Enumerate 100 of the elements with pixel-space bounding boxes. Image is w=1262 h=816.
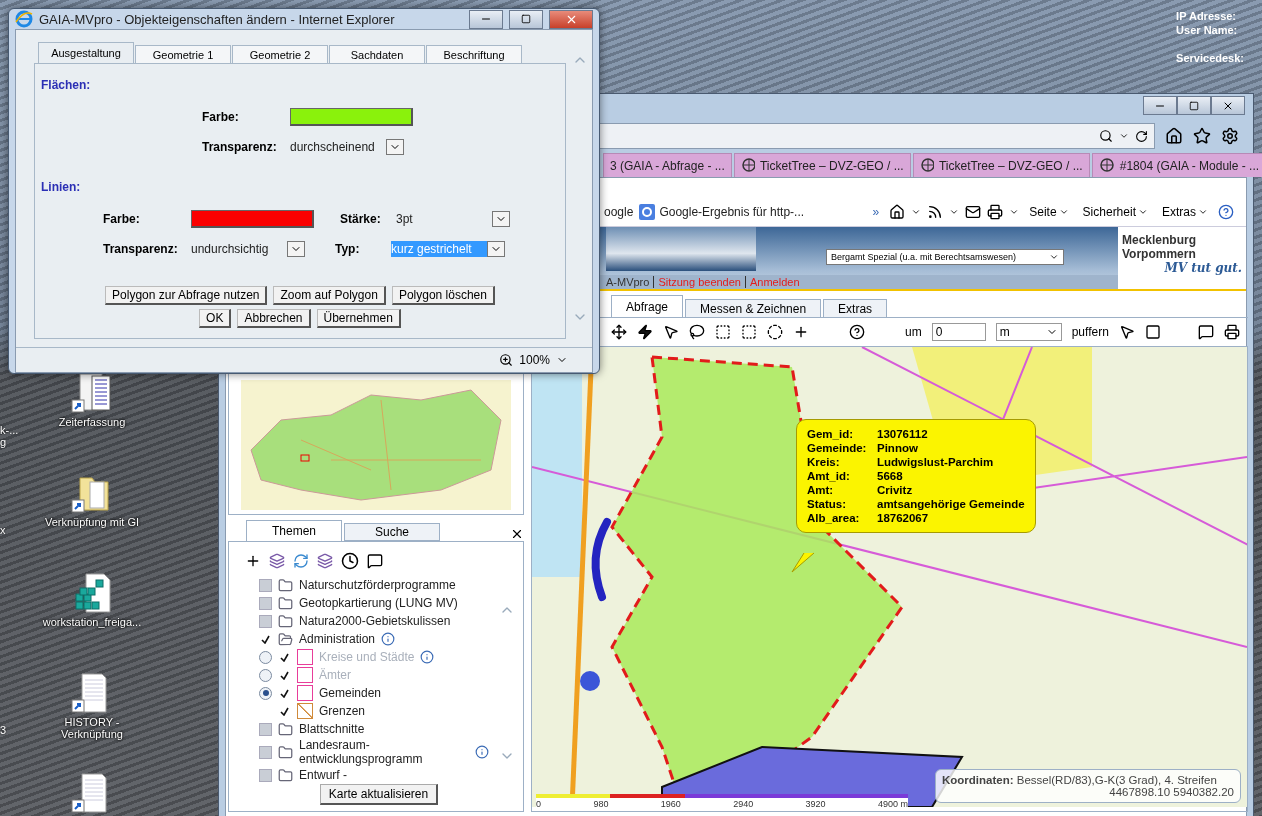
dialog-button[interactable]: Polygon zur Abfrage nutzen [105,286,268,305]
star-icon[interactable] [1193,127,1211,145]
dropdown-button[interactable] [487,241,505,257]
favorite-link[interactable]: Google-Ergebnis für http-... [639,204,805,220]
layer-label[interactable]: Entwurf - [299,768,347,782]
settings-icon[interactable] [1221,127,1239,145]
add-icon[interactable] [245,553,261,569]
desktop-icon-label[interactable]: workstation_freiga... [42,616,142,628]
select-value[interactable]: undurchsichtig [191,241,287,257]
browser-tab[interactable]: 3 (GAIA - Abfrage - ... [603,153,732,177]
folder-icon[interactable] [278,613,293,629]
page-link[interactable]: A-MVpro [606,276,650,288]
overflow-button[interactable]: » [868,205,884,219]
dialog-button[interactable]: Zoom auf Polygon [273,286,386,305]
dropdown-button[interactable] [492,211,510,227]
info-icon[interactable] [381,632,396,646]
tab[interactable]: Messen & Zeichnen [685,299,822,317]
dropdown-button[interactable] [287,241,305,257]
browser-tab[interactable]: TicketTree – DVZ-GEO / ... [912,153,1090,177]
command-menu[interactable]: Extras [1158,205,1212,219]
dialog-button[interactable]: Polygon löschen [391,286,495,305]
caret-icon[interactable] [911,207,922,217]
unit-select[interactable]: m [995,323,1062,341]
caret-icon[interactable] [949,207,960,217]
tab[interactable]: Abfrage [611,295,684,317]
layers-icon[interactable] [317,553,333,569]
dropdown-button[interactable] [386,139,404,155]
panel-tab[interactable]: Suche [344,523,440,541]
checkbox[interactable] [259,722,272,736]
layer-label[interactable]: Landesraum-entwicklungsprogramm [299,738,469,766]
browser-tab[interactable]: TicketTree – DVZ-GEO / ... [733,153,911,177]
command-menu[interactable]: Seite [1025,205,1073,219]
radio-button[interactable] [259,686,272,700]
layer-label[interactable]: Administration [299,632,376,646]
layer-label[interactable]: Geotopkartierung (LUNG MV) [299,596,458,610]
layer-label[interactable]: Natura2000-Gebietskulissen [299,614,451,628]
circle-select-icon[interactable] [767,324,783,340]
minimize-button[interactable] [469,9,503,29]
desktop-icon-label[interactable]: k-... [0,424,19,436]
close-icon[interactable] [510,527,524,541]
tab[interactable]: Ausgestaltung [38,42,134,63]
maximize-button[interactable] [1177,96,1211,115]
refresh-map-button[interactable]: Karte aktualisieren [319,784,439,805]
tab[interactable]: Beschriftung [426,45,522,63]
info-icon[interactable] [475,745,489,759]
caret-icon[interactable] [1119,131,1129,141]
folder-icon[interactable] [278,744,293,760]
command-menu[interactable]: Sicherheit [1078,205,1152,219]
layer-label[interactable]: Blattschnitte [299,722,365,736]
color-swatch[interactable] [290,108,413,126]
checkbox[interactable] [259,768,272,782]
lasso-icon[interactable] [689,324,705,340]
browser-tab[interactable]: #1804 (GAIA - Module - ... [1091,153,1262,177]
pan-icon[interactable] [611,324,627,340]
maximize-button[interactable] [509,9,543,29]
rectangle-select-icon[interactable] [715,324,731,340]
desktop-icon-label[interactable]: x [0,524,6,536]
zoom-level[interactable]: 100% [519,353,550,367]
printer-icon[interactable] [1224,324,1240,340]
folder-icon[interactable] [278,767,293,783]
service-select[interactable]: Bergamt Spezial (u.a. mit Berechtsamswesen) [826,249,1064,265]
desktop-icon-label[interactable]: g [0,436,7,448]
checkbox[interactable] [259,578,272,592]
layers-icon[interactable] [269,553,285,569]
select-value[interactable]: durchscheinend [290,139,386,155]
checkbox[interactable] [259,614,272,628]
close-button[interactable] [549,9,593,29]
tab[interactable]: Geometrie 2 [232,45,328,63]
layer-label[interactable]: Grenzen [319,704,366,718]
folder-icon[interactable] [278,595,293,611]
desktop-icon-label[interactable]: Zeiterfassung [58,416,126,428]
favorite-link[interactable]: oogle [604,205,634,219]
notepad-icon[interactable] [70,372,114,414]
desktop-icon-label[interactable]: 3 [0,724,7,736]
search-icon[interactable] [1099,129,1113,143]
feed-icon[interactable] [927,204,944,220]
clock-icon[interactable] [341,552,359,570]
add-point-icon[interactable] [793,324,809,340]
pointer-icon[interactable] [663,324,679,340]
zoom-icon[interactable] [499,353,514,367]
pointer-icon[interactable] [1118,324,1135,340]
home-icon[interactable] [889,204,906,220]
desktop-icon-label[interactable]: Verknüpfung mit GI [44,516,140,528]
close-button[interactable] [1211,96,1245,115]
checkbox[interactable] [259,596,272,610]
tab[interactable]: Sachdaten [329,45,425,63]
tab[interactable]: Geometrie 1 [135,45,231,63]
printer-icon[interactable] [987,204,1004,220]
refresh-icon[interactable] [1135,129,1148,143]
layer-label[interactable]: Gemeinden [319,686,382,700]
panel-tab[interactable]: Themen [246,520,342,541]
open-folder-icon[interactable] [278,631,293,647]
dialog-button[interactable]: Übernehmen [316,309,401,328]
mail-icon[interactable] [965,204,982,220]
select-value[interactable]: 3pt [396,211,492,227]
dialog-button[interactable]: OK [199,309,232,328]
tab[interactable]: Extras [823,299,888,317]
minimize-button[interactable] [1143,96,1177,115]
caret-icon[interactable] [1009,207,1020,217]
dialog-button[interactable]: Abbrechen [237,309,311,328]
